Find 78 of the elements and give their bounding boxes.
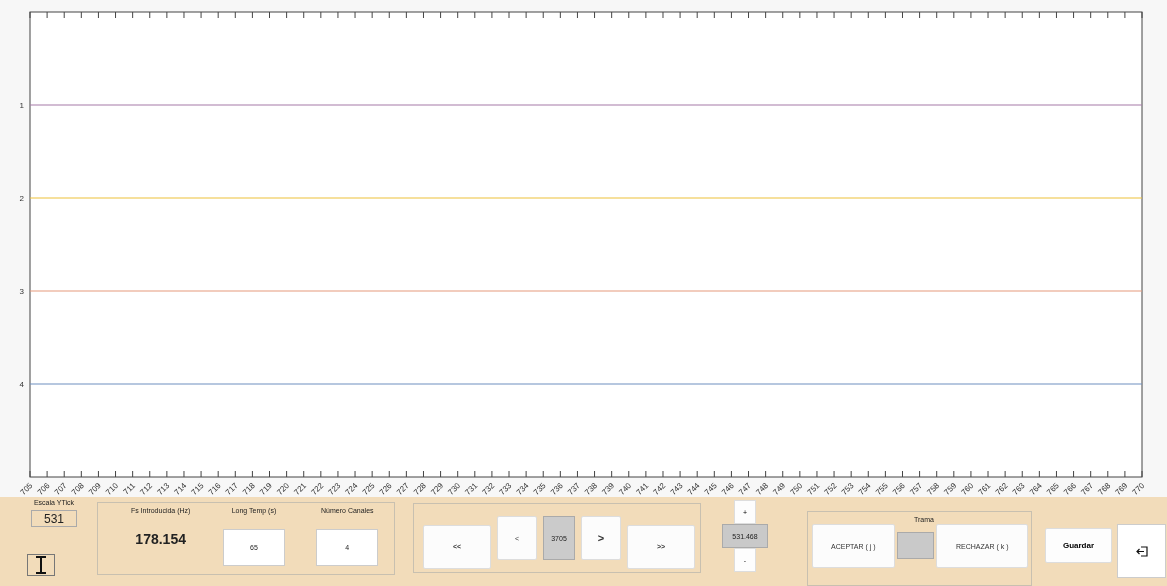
- x-tick-label: 747: [737, 481, 753, 497]
- x-tick-label: 759: [942, 481, 959, 497]
- x-tick-label: 742: [651, 481, 668, 497]
- x-tick-label: 743: [668, 481, 685, 497]
- x-tick-label: 770: [1130, 481, 1147, 497]
- sample-rate-value: 178.154: [135, 531, 186, 547]
- x-tick-label: 715: [189, 481, 206, 497]
- x-tick-label: 716: [206, 481, 223, 497]
- x-tick-label: 720: [275, 481, 292, 497]
- x-tick-label: 739: [600, 481, 617, 497]
- x-tick-label: 727: [394, 481, 411, 497]
- x-tick-label: 723: [326, 481, 343, 497]
- x-tick-label: 737: [566, 481, 582, 497]
- x-tick-label: 744: [685, 481, 702, 497]
- x-tick-label: 729: [429, 481, 445, 497]
- x-tick-label: 708: [69, 481, 86, 497]
- x-tick-label: 728: [412, 481, 428, 497]
- x-tick-label: 745: [702, 481, 719, 497]
- x-tick-label: 740: [617, 481, 634, 497]
- x-tick-label: 726: [377, 481, 394, 497]
- step-button[interactable]: >: [581, 516, 621, 560]
- x-tick-label: 710: [104, 481, 120, 497]
- x-tick-label: 711: [121, 481, 138, 497]
- x-tick-label: 712: [138, 481, 155, 497]
- x-tick-label: 722: [309, 481, 326, 497]
- x-tick-label: 741: [634, 481, 651, 497]
- x-tick-label: 766: [1062, 481, 1078, 497]
- exit-icon: [1135, 545, 1148, 557]
- x-tick-label: 724: [343, 481, 360, 497]
- y-tick-label: 4: [19, 380, 24, 389]
- save-button[interactable]: Guardar: [1045, 528, 1112, 563]
- x-tick-label: 706: [35, 481, 52, 497]
- x-tick-label: 760: [959, 481, 976, 497]
- exit-button[interactable]: [1117, 524, 1166, 578]
- x-tick-label: 763: [1010, 481, 1027, 497]
- x-tick-label: 733: [497, 481, 514, 497]
- x-tick-label: 738: [583, 481, 599, 497]
- x-tick-label: 757: [908, 481, 924, 497]
- x-tick-label: 725: [360, 481, 377, 497]
- x-tick-label: 758: [925, 481, 942, 497]
- x-tick-label: 718: [241, 481, 257, 497]
- x-tick-label: 754: [856, 481, 873, 497]
- x-tick-label: 714: [172, 481, 189, 497]
- x-tick-label: 713: [155, 481, 172, 497]
- x-tick-label: 719: [258, 481, 274, 497]
- x-tick-label: 707: [52, 481, 69, 497]
- x-tick-label: 768: [1096, 481, 1113, 497]
- x-tick-label: 721: [292, 481, 309, 497]
- x-tick-label: 750: [788, 481, 805, 497]
- x-tick-label: 767: [1079, 481, 1096, 497]
- x-tick-label: 751: [805, 481, 822, 497]
- x-tick-label: 752: [822, 481, 839, 497]
- x-tick-label: 765: [1045, 481, 1061, 497]
- x-tick-label: 755: [874, 481, 890, 497]
- x-tick-label: 746: [720, 481, 736, 497]
- y-tick-label: 2: [19, 194, 24, 203]
- y-tick-label: 3: [19, 287, 24, 296]
- x-tick-label: 736: [548, 481, 565, 497]
- x-tick-label: 734: [514, 481, 531, 497]
- x-tick-label: 762: [993, 481, 1010, 497]
- x-tick-label: 749: [771, 481, 788, 497]
- x-tick-label: 705: [18, 481, 35, 497]
- x-tick-label: 709: [87, 481, 103, 497]
- x-tick-label: 731: [463, 481, 480, 497]
- x-tick-label: 732: [480, 481, 497, 497]
- x-tick-label: 748: [754, 481, 771, 497]
- x-tick-label: 769: [1113, 481, 1130, 497]
- x-tick-label: 753: [839, 481, 856, 497]
- range-tool-button[interactable]: [27, 554, 55, 576]
- x-tick-label: 764: [1027, 481, 1044, 497]
- frame-indicator: [896, 532, 935, 559]
- x-tick-label: 756: [891, 481, 907, 497]
- x-tick-label: 730: [446, 481, 463, 497]
- scale-value-field[interactable]: 531: [31, 510, 77, 527]
- x-tick-label: 761: [976, 481, 993, 497]
- x-tick-label: 717: [223, 481, 240, 497]
- y-tick-label: 1: [19, 101, 24, 110]
- x-tick-label: 735: [531, 481, 548, 497]
